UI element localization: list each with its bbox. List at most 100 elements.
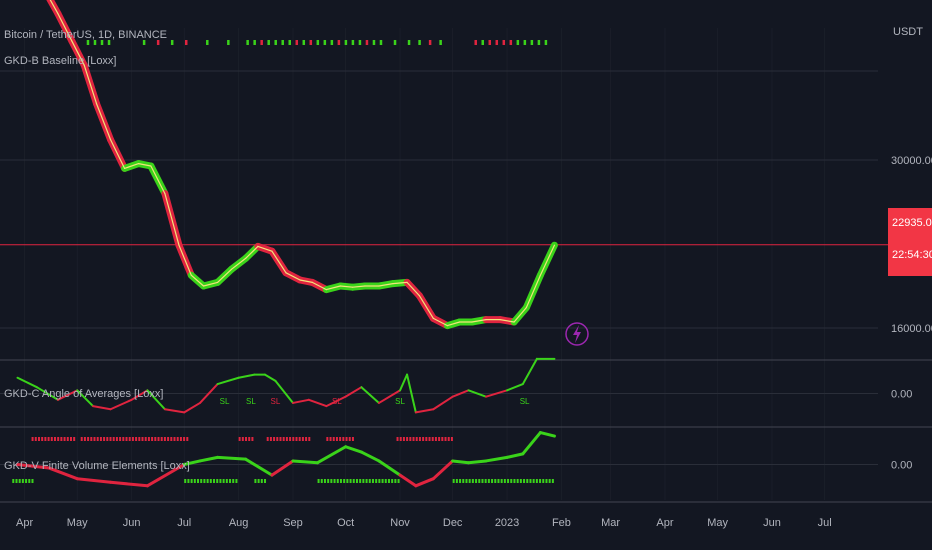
strip-tick <box>147 437 150 441</box>
strip-tick <box>260 479 263 483</box>
strip-tick <box>241 437 244 441</box>
strip-tick <box>397 479 400 483</box>
strip-tick <box>471 479 474 483</box>
strip-tick <box>12 479 15 483</box>
strip-tick <box>222 479 225 483</box>
signal-tick <box>481 40 484 45</box>
signal-tick <box>246 40 249 45</box>
strip-tick <box>257 479 260 483</box>
strip-tick <box>41 437 44 441</box>
strip-tick <box>516 479 519 483</box>
strip-tick <box>190 479 193 483</box>
strip-tick <box>112 437 115 441</box>
signal-tick <box>488 40 492 45</box>
signal-tick <box>227 40 230 45</box>
strip-tick <box>31 437 34 441</box>
strip-tick <box>99 437 102 441</box>
strip-tick <box>327 479 330 483</box>
strip-tick <box>80 437 83 441</box>
strip-tick <box>125 437 128 441</box>
strip-tick <box>359 479 362 483</box>
strip-tick <box>238 437 241 441</box>
finite-volume-elements-title[interactable]: GKD-V Finite Volume Elements [Loxx] <box>4 460 190 472</box>
strip-tick <box>25 479 28 483</box>
strip-tick <box>394 479 397 483</box>
strip-tick <box>282 437 285 441</box>
chart-canvas[interactable]: SL SL SL SL SL SL Apr May Jun Jul Aug Sep Oct Nov Dec… <box>0 0 932 550</box>
strip-tick <box>494 479 497 483</box>
strip-tick <box>251 437 254 441</box>
strip-tick <box>173 437 176 441</box>
baseline-indicator-title[interactable]: GKD-B Baseline [Loxx] <box>4 55 117 67</box>
signal-tick <box>523 40 527 45</box>
trend-segment <box>291 459 320 465</box>
strip-tick <box>57 437 60 441</box>
signal-tick <box>393 40 397 45</box>
x-tick-label: Mar <box>601 517 620 529</box>
strip-tick <box>399 437 402 441</box>
strip-tick <box>170 437 173 441</box>
signal-tick <box>495 40 499 45</box>
strip-tick <box>523 479 526 483</box>
strip-tick <box>219 479 222 483</box>
tradingview-chart[interactable]: SL SL SL SL SL SL Apr May Jun Jul Aug Sep Oct Nov Dec… <box>0 0 932 550</box>
strip-tick <box>264 479 267 483</box>
strip-tick <box>500 479 503 483</box>
strip-tick <box>434 437 437 441</box>
x-tick-label: Sep <box>283 517 303 529</box>
signal-tick <box>253 40 256 45</box>
strip-tick <box>209 479 212 483</box>
strip-tick <box>184 479 187 483</box>
strip-tick <box>167 437 170 441</box>
strip-tick <box>428 437 431 441</box>
strip-tick <box>542 479 545 483</box>
strip-tick <box>384 479 387 483</box>
strip-tick <box>539 479 542 483</box>
strip-tick <box>18 479 21 483</box>
angle-of-averages-title[interactable]: GKD-C Angle of Averages [Loxx] <box>4 388 163 400</box>
strip-tick <box>326 437 329 441</box>
strip-tick <box>183 437 186 441</box>
strip-tick <box>381 479 384 483</box>
strip-tick <box>329 437 332 441</box>
strip-tick <box>122 437 125 441</box>
strip-tick <box>96 437 99 441</box>
strip-tick <box>216 479 219 483</box>
strip-tick <box>289 437 292 441</box>
strip-tick <box>206 479 209 483</box>
strip-tick <box>503 479 506 483</box>
strip-tick <box>375 479 378 483</box>
signal-tick <box>206 40 209 45</box>
x-tick-label: Apr <box>656 517 673 529</box>
signal-tick <box>267 40 270 45</box>
signal-tick <box>302 40 306 45</box>
signal-tick <box>281 40 284 45</box>
strip-tick <box>308 437 311 441</box>
strip-tick <box>60 437 63 441</box>
x-tick-label: Jun <box>763 517 781 529</box>
strip-tick <box>481 479 484 483</box>
strip-tick <box>128 437 131 441</box>
x-tick-label: Jun <box>123 517 141 529</box>
sl-marker: SL <box>271 397 281 406</box>
strip-tick <box>339 437 342 441</box>
y-tick-label: 0.00 <box>891 389 912 401</box>
signal-tick <box>516 40 520 45</box>
strip-tick <box>346 479 349 483</box>
signal-tick <box>530 40 534 45</box>
currency-label: USDT <box>893 26 923 38</box>
strip-tick <box>352 479 355 483</box>
trend-segment <box>216 455 248 461</box>
x-tick-label: Oct <box>337 517 354 529</box>
strip-tick <box>269 437 272 441</box>
strip-tick <box>151 437 154 441</box>
strip-tick <box>301 437 304 441</box>
strip-tick <box>529 479 532 483</box>
sl-marker: SL <box>395 397 405 406</box>
signal-tick <box>295 40 299 45</box>
strip-tick <box>63 437 66 441</box>
strip-tick <box>365 479 368 483</box>
signal-tick <box>439 40 442 45</box>
signal-tick <box>260 40 263 45</box>
strip-tick <box>513 479 516 483</box>
